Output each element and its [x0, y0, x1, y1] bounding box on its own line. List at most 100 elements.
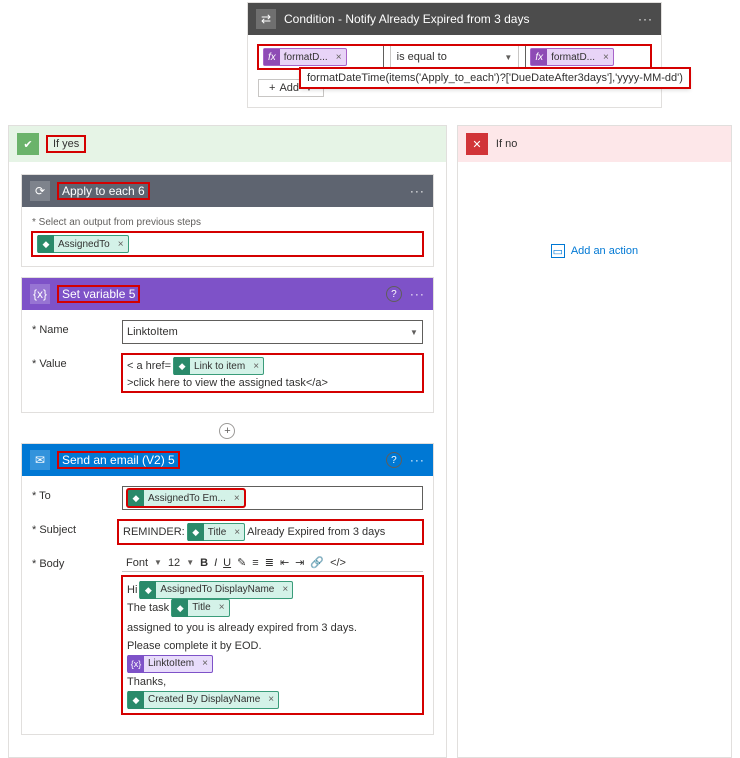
font-select[interactable]: Font — [126, 557, 148, 569]
fx-text: formatD... — [280, 52, 332, 63]
condition-icon: ⇄ — [256, 9, 276, 29]
linktoitem-var-pill[interactable]: {x}LinktoItem× — [127, 655, 213, 673]
condition-row: fx formatD... × is equal to ▼ fx formatD… — [258, 45, 651, 69]
add-action-button[interactable]: ▭ Add an action — [470, 244, 719, 258]
displayname-pill[interactable]: ◆AssignedTo DisplayName× — [139, 581, 293, 599]
remove-icon[interactable]: × — [332, 52, 346, 63]
setvar-header[interactable]: {x} Set variable 5 ? ··· — [22, 278, 433, 310]
format-button[interactable]: ✎ — [237, 556, 246, 569]
remove-icon[interactable]: × — [215, 599, 229, 617]
remove-icon[interactable]: × — [198, 655, 212, 673]
value-suffix: >click here to view the assigned task</a… — [127, 377, 328, 389]
apply-body: * Select an output from previous steps ◆… — [22, 207, 433, 266]
apply-output-input[interactable]: ◆ AssignedTo × — [32, 232, 423, 256]
bold-button[interactable]: B — [200, 557, 208, 569]
more-icon[interactable]: ··· — [410, 184, 425, 198]
if-yes-body: ⟳ Apply to each 6 ··· * Select an output… — [9, 162, 446, 757]
remove-icon[interactable]: × — [114, 239, 128, 250]
code-button[interactable]: </> — [330, 557, 346, 569]
if-no-header: ✕ If no — [458, 126, 731, 162]
assignedto-email-pill[interactable]: ◆ AssignedTo Em... × — [127, 489, 245, 507]
subject-input[interactable]: REMINDER: ◆ Title × Already Expired from… — [118, 520, 423, 544]
value-prefix: < a href= — [127, 360, 171, 372]
condition-operator[interactable]: is equal to ▼ — [390, 45, 520, 69]
send-email-card: ✉ Send an email (V2) 5 ? ··· * To ◆ Assi… — [21, 443, 434, 735]
createdby-pill[interactable]: ◆Created By DisplayName× — [127, 691, 279, 709]
value-input[interactable]: < a href= ◆ Link to item × >click here t… — [122, 354, 423, 392]
email-header[interactable]: ✉ Send an email (V2) 5 ? ··· — [22, 444, 433, 476]
to-row: * To ◆ AssignedTo Em... × — [32, 486, 423, 510]
pill-text: AssignedTo Em... — [144, 493, 230, 504]
more-icon[interactable]: ··· — [410, 453, 425, 467]
remove-icon[interactable]: × — [264, 691, 278, 709]
help-icon[interactable]: ? — [386, 452, 402, 468]
italic-button[interactable]: I — [214, 557, 217, 569]
remove-icon[interactable]: × — [249, 361, 263, 372]
remove-icon[interactable]: × — [599, 52, 613, 63]
remove-icon[interactable]: × — [230, 527, 244, 538]
body-row: * Body Font ▼ 12 ▼ B I U ✎ ≡ — [32, 554, 423, 714]
loop-icon: ⟳ — [30, 181, 50, 201]
body-label: * Body — [32, 554, 122, 570]
variable-icon: {x} — [30, 284, 50, 304]
name-label: * Name — [32, 320, 122, 336]
setvar-body: * Name LinktoItem ▼ * Value < a href= ◆ — [22, 310, 433, 412]
apply-header[interactable]: ⟳ Apply to each 6 ··· — [22, 175, 433, 207]
indent-button[interactable]: ⇥ — [295, 556, 304, 569]
name-row: * Name LinktoItem ▼ — [32, 320, 423, 344]
body-hi: Hi — [127, 581, 137, 599]
pill-text: Title — [204, 527, 231, 538]
more-icon[interactable]: ··· — [638, 12, 653, 26]
fx-icon: fx — [264, 49, 280, 65]
if-yes-label: If yes — [47, 136, 85, 152]
subject-label: * Subject — [32, 520, 118, 536]
dynamic-icon: ◆ — [174, 357, 190, 375]
subject-prefix: REMINDER: — [123, 526, 185, 538]
subject-row: * Subject REMINDER: ◆ Title × Already Ex… — [32, 520, 423, 544]
dynamic-icon: ◆ — [38, 235, 54, 253]
condition-card: ⇄ Condition - Notify Already Expired fro… — [247, 2, 662, 108]
add-label: Add — [279, 82, 299, 94]
pill-text: Link to item — [190, 361, 249, 372]
remove-icon[interactable]: × — [278, 581, 292, 599]
check-icon: ✔ — [17, 133, 39, 155]
chevron-down-icon: ▼ — [186, 558, 194, 567]
plus-icon: + — [269, 82, 275, 94]
body-editor[interactable]: Hi ◆AssignedTo DisplayName× The task ◆Ti… — [122, 576, 423, 714]
link-button[interactable]: 🔗 — [310, 556, 324, 569]
body-l3: Please complete it by EOD. — [127, 637, 262, 655]
subject-suffix: Already Expired from 3 days — [247, 526, 385, 538]
outdent-button[interactable]: ⇤ — [280, 556, 289, 569]
name-select[interactable]: LinktoItem ▼ — [122, 320, 423, 344]
chevron-down-icon: ▼ — [504, 53, 512, 62]
more-icon[interactable]: ··· — [410, 287, 425, 301]
rich-text-toolbar: Font ▼ 12 ▼ B I U ✎ ≡ ≣ ⇤ — [122, 554, 423, 572]
linktoitem-pill[interactable]: ◆ Link to item × — [173, 357, 264, 375]
condition-header[interactable]: ⇄ Condition - Notify Already Expired fro… — [248, 3, 661, 35]
if-no-branch: ✕ If no ▭ Add an action — [457, 125, 732, 758]
set-variable-card: {x} Set variable 5 ? ··· * Name LinktoIt… — [21, 277, 434, 413]
fx-pill-right[interactable]: fx formatD... × — [530, 48, 614, 66]
body-thanks: Thanks, — [127, 673, 166, 691]
if-no-body: ▭ Add an action — [458, 162, 731, 270]
assignedto-pill[interactable]: ◆ AssignedTo × — [37, 235, 129, 253]
title-pill[interactable]: ◆ Title × — [187, 523, 245, 541]
remove-icon[interactable]: × — [230, 493, 244, 504]
value-label: * Value — [32, 354, 122, 370]
font-size[interactable]: 12 — [168, 557, 180, 569]
underline-button[interactable]: U — [223, 557, 231, 569]
condition-right-input[interactable]: fx formatD... × — [525, 45, 651, 69]
fx-icon: fx — [531, 49, 547, 65]
to-input[interactable]: ◆ AssignedTo Em... × — [122, 486, 423, 510]
title-pill[interactable]: ◆Title× — [171, 599, 229, 617]
fx-pill-left[interactable]: fx formatD... × — [263, 48, 347, 66]
body-wrap: Font ▼ 12 ▼ B I U ✎ ≡ ≣ ⇤ — [122, 554, 423, 714]
to-label: * To — [32, 486, 122, 502]
if-no-label: If no — [496, 138, 517, 150]
insert-step-button[interactable]: + — [219, 423, 235, 439]
numbered-list-button[interactable]: ≡ — [252, 557, 258, 569]
help-icon[interactable]: ? — [386, 286, 402, 302]
condition-left-input[interactable]: fx formatD... × — [258, 45, 384, 69]
bullet-list-button[interactable]: ≣ — [265, 556, 274, 569]
operator-label: is equal to — [397, 51, 447, 63]
